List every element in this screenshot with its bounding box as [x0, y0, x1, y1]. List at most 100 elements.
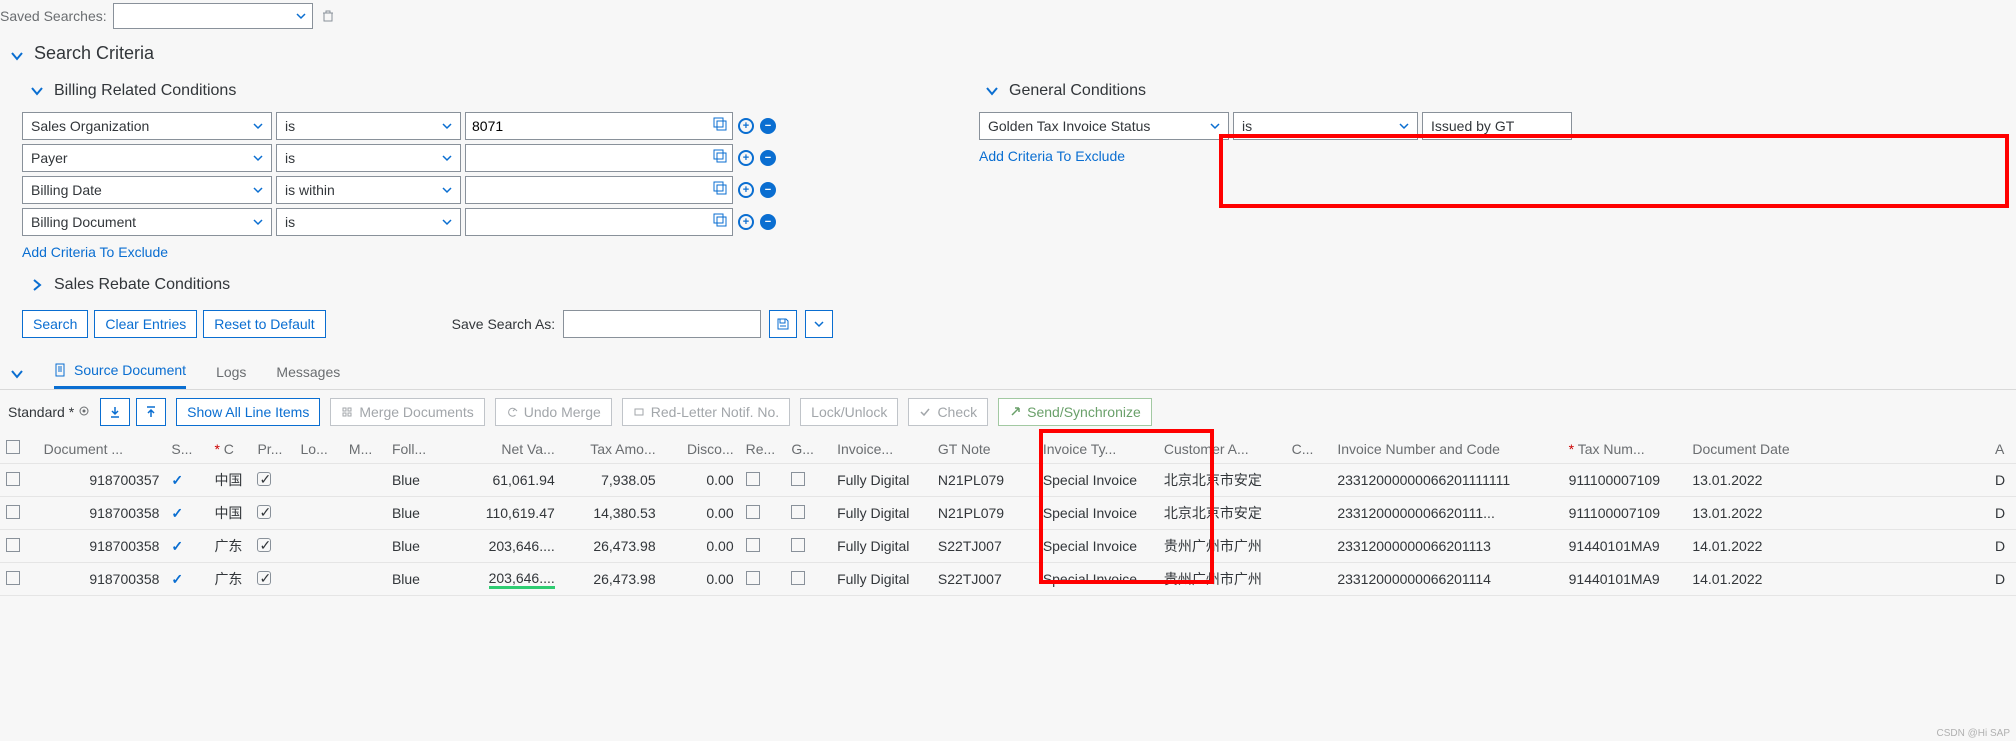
save-dropdown-button[interactable]: [805, 310, 833, 338]
criteria-operator-select[interactable]: is: [1233, 112, 1418, 140]
search-criteria-header[interactable]: Search Criteria: [0, 35, 2016, 72]
col-m[interactable]: M...: [343, 434, 386, 464]
checkbox[interactable]: [746, 571, 760, 585]
col-action[interactable]: A: [1989, 434, 2016, 464]
view-selector[interactable]: Standard *: [8, 404, 90, 420]
checkbox-icon[interactable]: ✓: [257, 472, 271, 486]
table-row[interactable]: 918700358 ✓ 广东 ✓ Blue 203,646.... 26,473…: [0, 530, 2016, 563]
general-conditions-header[interactable]: General Conditions: [975, 72, 2016, 110]
save-search-input[interactable]: [563, 310, 761, 338]
watermark: CSDN @Hi SAP: [1937, 728, 2011, 739]
criteria-operator-select[interactable]: is: [276, 208, 461, 236]
checkbox[interactable]: [791, 472, 805, 486]
table-row[interactable]: 918700358 ✓ 广东 ✓ Blue 203,646.... 26,473…: [0, 563, 2016, 596]
tab-source-document[interactable]: Source Document: [54, 362, 186, 389]
col-re[interactable]: Re...: [740, 434, 786, 464]
checkbox-icon[interactable]: ✓: [257, 571, 271, 585]
clear-entries-button[interactable]: Clear Entries: [94, 310, 197, 338]
criteria-operator-select[interactable]: is within: [276, 176, 461, 204]
col-doc-date[interactable]: Document Date: [1686, 434, 1989, 464]
check-icon: ✓: [171, 505, 183, 521]
value-help-icon[interactable]: [713, 181, 727, 198]
saved-searches-select[interactable]: [113, 3, 313, 29]
col-netval[interactable]: Net Va...: [460, 434, 561, 464]
cell-action[interactable]: D: [1989, 530, 2016, 563]
table-row[interactable]: 918700357 ✓ 中国 ✓ Blue 61,061.94 7,938.05…: [0, 464, 2016, 497]
row-checkbox[interactable]: [6, 571, 20, 585]
sales-rebate-header[interactable]: Sales Rebate Conditions: [0, 266, 975, 304]
chevron-down-icon[interactable]: [10, 367, 24, 384]
col-gtnote[interactable]: GT Note: [932, 434, 1037, 464]
criteria-operator-select[interactable]: is: [276, 144, 461, 172]
select-all-checkbox[interactable]: [6, 440, 20, 454]
criteria-field-select[interactable]: Billing Document: [22, 208, 272, 236]
col-invoice-number[interactable]: Invoice Number and Code: [1331, 434, 1562, 464]
table-row[interactable]: 918700358 ✓ 中国 ✓ Blue 110,619.47 14,380.…: [0, 497, 2016, 530]
col-foll[interactable]: Foll...: [386, 434, 460, 464]
cell-action[interactable]: D: [1989, 464, 2016, 497]
col-c2[interactable]: C...: [1286, 434, 1332, 464]
col-tax[interactable]: Tax Amo...: [561, 434, 662, 464]
col-s[interactable]: S...: [165, 434, 208, 464]
col-customer[interactable]: Customer A...: [1158, 434, 1286, 464]
criteria-field-select[interactable]: Billing Date: [22, 176, 272, 204]
criteria-value-input[interactable]: [465, 112, 733, 140]
criteria-value-input[interactable]: [465, 176, 733, 204]
col-c[interactable]: * C: [208, 434, 251, 464]
criteria-value-input[interactable]: [465, 208, 733, 236]
export-button[interactable]: [136, 398, 166, 426]
billing-conditions-header[interactable]: Billing Related Conditions: [0, 72, 975, 110]
cell-doc-date: 13.01.2022: [1686, 497, 1989, 530]
chevron-down-icon: [296, 11, 306, 21]
criteria-operator-select[interactable]: is: [276, 112, 461, 140]
col-lo[interactable]: Lo...: [295, 434, 343, 464]
criteria-field-select[interactable]: Golden Tax Invoice Status: [979, 112, 1229, 140]
checkbox[interactable]: [746, 538, 760, 552]
row-checkbox[interactable]: [6, 505, 20, 519]
import-button[interactable]: [100, 398, 130, 426]
checkbox-icon[interactable]: ✓: [257, 538, 271, 552]
col-tax-number[interactable]: * Tax Num...: [1563, 434, 1687, 464]
cell-action[interactable]: D: [1989, 497, 2016, 530]
criteria-value-select[interactable]: Issued by GT: [1422, 112, 1572, 140]
search-button[interactable]: Search: [22, 310, 88, 338]
reset-default-button[interactable]: Reset to Default: [203, 310, 325, 338]
trash-icon[interactable]: [319, 7, 337, 25]
col-disc[interactable]: Disco...: [662, 434, 740, 464]
add-row-button[interactable]: +: [737, 149, 755, 167]
criteria-field-select[interactable]: Sales Organization: [22, 112, 272, 140]
cell-action[interactable]: D: [1989, 563, 2016, 596]
show-all-line-items-button[interactable]: Show All Line Items: [176, 398, 320, 426]
add-criteria-exclude-link[interactable]: Add Criteria To Exclude: [22, 244, 168, 260]
row-checkbox[interactable]: [6, 472, 20, 486]
value-help-icon[interactable]: [713, 149, 727, 166]
checkbox[interactable]: [791, 505, 805, 519]
add-criteria-exclude-link[interactable]: Add Criteria To Exclude: [979, 148, 1125, 164]
checkbox[interactable]: [791, 571, 805, 585]
checkbox[interactable]: [791, 538, 805, 552]
cell-customer: 北京北京市安定: [1158, 464, 1286, 497]
col-invoice-type[interactable]: Invoice Ty...: [1037, 434, 1158, 464]
add-row-button[interactable]: +: [737, 181, 755, 199]
tab-messages[interactable]: Messages: [276, 364, 340, 388]
criteria-field-select[interactable]: Payer: [22, 144, 272, 172]
col-invoice[interactable]: Invoice...: [831, 434, 932, 464]
col-pr[interactable]: Pr...: [251, 434, 294, 464]
col-g[interactable]: G...: [785, 434, 831, 464]
remove-row-button[interactable]: −: [759, 181, 777, 199]
remove-row-button[interactable]: −: [759, 213, 777, 231]
checkbox[interactable]: [746, 505, 760, 519]
remove-row-button[interactable]: −: [759, 117, 777, 135]
add-row-button[interactable]: +: [737, 117, 755, 135]
checkbox-icon[interactable]: ✓: [257, 505, 271, 519]
save-button[interactable]: [769, 310, 797, 338]
value-help-icon[interactable]: [713, 213, 727, 230]
add-row-button[interactable]: +: [737, 213, 755, 231]
criteria-value-input[interactable]: [465, 144, 733, 172]
col-document[interactable]: Document ...: [38, 434, 166, 464]
tab-logs[interactable]: Logs: [216, 364, 246, 388]
remove-row-button[interactable]: −: [759, 149, 777, 167]
row-checkbox[interactable]: [6, 538, 20, 552]
value-help-icon[interactable]: [713, 117, 727, 134]
checkbox[interactable]: [746, 472, 760, 486]
